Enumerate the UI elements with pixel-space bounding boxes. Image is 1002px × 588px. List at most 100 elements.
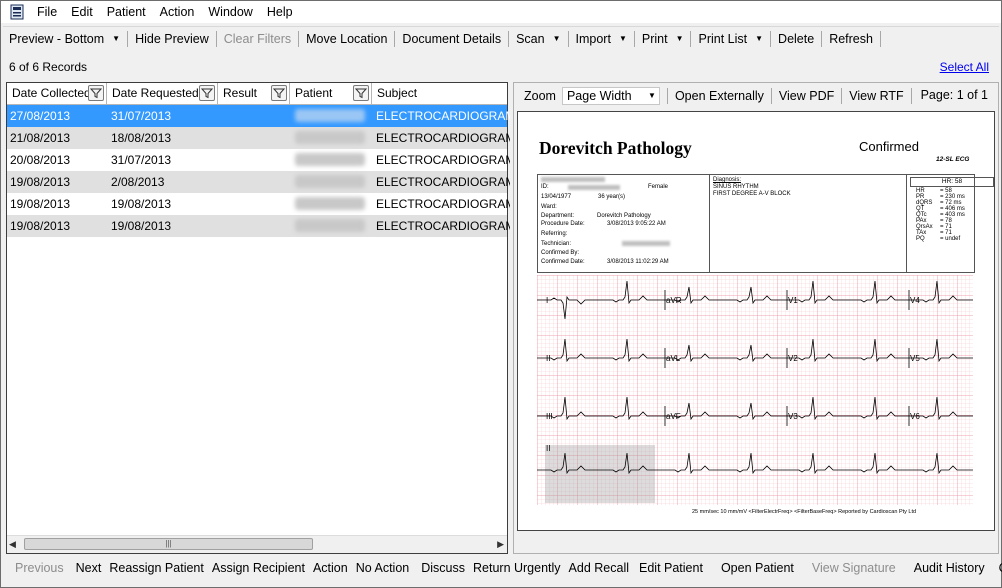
table-row[interactable]: 27/08/2013 31/07/2013 ELECTROCARDIOGRAM <box>7 105 510 127</box>
menu-file[interactable]: File <box>30 1 64 23</box>
document-details-button[interactable]: Document Details <box>396 28 507 50</box>
next-button[interactable]: Next <box>72 558 106 578</box>
cell-date-requested: 2/08/2013 <box>111 175 165 189</box>
audit-history-button[interactable]: Audit History <box>906 558 991 578</box>
cell-subject: ELECTROCARDIOGRAM <box>376 175 510 189</box>
redacted-text <box>568 185 620 190</box>
toolbar-separator <box>690 31 692 47</box>
table-row[interactable]: 21/08/2013 18/08/2013 ELECTROCARDIOGRAM <box>7 127 510 149</box>
cell-result <box>219 193 292 215</box>
confirmed-by-label: Confirmed By: <box>541 250 580 256</box>
measure-value: = undef <box>940 236 961 242</box>
close-button[interactable]: Close <box>991 558 1002 578</box>
report-status: Confirmed <box>859 139 919 154</box>
zoom-select[interactable]: Page Width ▼ <box>561 86 660 105</box>
open-patient-button[interactable]: Open Patient <box>713 558 804 578</box>
menu-patient[interactable]: Patient <box>100 1 153 23</box>
delete-button[interactable]: Delete <box>772 28 820 50</box>
action-button[interactable]: Action <box>309 558 352 578</box>
department-value: Dorevitch Pathology <box>597 213 651 219</box>
view-rtf-button[interactable]: View RTF <box>843 85 909 107</box>
scroll-right-icon[interactable]: ▶ <box>497 539 504 550</box>
lead-label: V6 <box>910 412 920 421</box>
import-dropdown[interactable]: Import ▼ <box>570 28 633 50</box>
toolbar-separator <box>821 31 823 47</box>
hr-header: HR: 58 <box>910 177 994 187</box>
menu-window[interactable]: Window <box>201 1 259 23</box>
filter-icon[interactable] <box>88 85 104 101</box>
move-location-button[interactable]: Move Location <box>300 28 393 50</box>
report-footer: 25 mm/sec 10 mm/mV <FilterElectrFreq> <F… <box>692 509 917 515</box>
preview-dropdown[interactable]: Preview - Bottom ▼ <box>3 28 126 50</box>
cell-result <box>219 127 292 149</box>
clear-filters-button[interactable]: Clear Filters <box>218 28 297 50</box>
scrollbar-thumb[interactable]: ||| <box>24 538 313 550</box>
lead-label: I <box>546 296 548 305</box>
toolbar-separator <box>910 87 912 104</box>
column-header-subject[interactable]: Subject <box>372 83 507 104</box>
hide-preview-button[interactable]: Hide Preview <box>129 28 215 50</box>
discuss-button[interactable]: Discuss <box>413 558 469 578</box>
menu-action[interactable]: Action <box>153 1 202 23</box>
lead-label: V5 <box>910 354 920 363</box>
select-all-link[interactable]: Select All <box>940 60 989 74</box>
filter-icon[interactable] <box>353 85 369 101</box>
toolbar-separator <box>508 31 510 47</box>
measure-label: PQ <box>916 236 925 242</box>
edit-patient-button[interactable]: Edit Patient <box>633 558 713 578</box>
cell-patient-redacted <box>291 105 374 127</box>
scan-dropdown[interactable]: Scan ▼ <box>510 28 566 50</box>
cell-subject: ELECTROCARDIOGRAM <box>376 153 510 167</box>
add-recall-button[interactable]: Add Recall <box>565 558 633 578</box>
lead-label: aVR <box>666 296 682 305</box>
confirmed-date-label: Confirmed Date: <box>541 259 585 265</box>
sex-value: Female <box>648 184 669 190</box>
column-header-date-requested[interactable]: Date Requested <box>107 83 218 104</box>
lead-label: V2 <box>788 354 798 363</box>
confirmed-date-value: 3/08/2013 11:02:29 AM <box>607 259 669 265</box>
menu-help[interactable]: Help <box>260 1 300 23</box>
preview-label: Preview - Bottom <box>9 32 105 46</box>
cell-subject: ELECTROCARDIOGRAM <box>376 109 510 123</box>
app-window: File Edit Patient Action Window Help Pre… <box>0 0 1002 588</box>
horizontal-scrollbar[interactable]: ◀ ||| ▶ <box>7 535 507 553</box>
column-header-result[interactable]: Result <box>218 83 290 104</box>
column-header-date-collected[interactable]: Date Collected <box>7 83 107 104</box>
refresh-button[interactable]: Refresh <box>823 28 879 50</box>
cell-patient-redacted <box>291 171 374 193</box>
previous-button[interactable]: Previous <box>3 558 72 578</box>
column-header-patient[interactable]: Patient <box>290 83 372 104</box>
filter-icon[interactable] <box>199 85 215 101</box>
toolbar-separator <box>770 31 772 47</box>
column-header-label: Date Collected <box>12 86 91 100</box>
cell-date-collected: 27/08/2013 <box>10 109 71 123</box>
table-row[interactable]: 19/08/2013 19/08/2013 ELECTROCARDIOGRAM <box>7 215 510 237</box>
cell-date-requested: 18/08/2013 <box>111 131 172 145</box>
reassign-patient-button[interactable]: Reassign Patient <box>105 558 208 578</box>
procedure-date-value: 3/08/2013 9:05:22 AM <box>607 221 666 227</box>
table-row[interactable]: 20/08/2013 31/07/2013 ELECTROCARDIOGRAM <box>7 149 510 171</box>
grid-header: Date Collected Date Requested Result Pat… <box>7 83 507 105</box>
view-pdf-button[interactable]: View PDF <box>773 85 840 107</box>
page-indicator: Page: 1 of 1 <box>920 88 988 102</box>
cell-patient-redacted <box>291 149 374 171</box>
view-signature-button[interactable]: View Signature <box>804 558 906 578</box>
return-urgently-button[interactable]: Return Urgently <box>469 558 565 578</box>
scroll-left-icon[interactable]: ◀ <box>9 539 16 550</box>
assign-recipient-button[interactable]: Assign Recipient <box>208 558 309 578</box>
open-externally-button[interactable]: Open Externally <box>669 85 770 107</box>
referring-label: Referring: <box>541 231 568 237</box>
document-viewer[interactable]: Dorevitch Pathology Confirmed 12-SL ECG … <box>517 111 995 531</box>
chevron-down-icon: ▼ <box>552 34 561 43</box>
table-row[interactable]: 19/08/2013 2/08/2013 ELECTROCARDIOGRAM <box>7 171 510 193</box>
table-row[interactable]: 19/08/2013 19/08/2013 ELECTROCARDIOGRAM <box>7 193 510 215</box>
menu-edit[interactable]: Edit <box>64 1 100 23</box>
cell-date-collected: 20/08/2013 <box>10 153 71 167</box>
print-dropdown[interactable]: Print ▼ <box>636 28 690 50</box>
cell-date-collected: 19/08/2013 <box>10 219 71 233</box>
toolbar-separator <box>633 31 635 47</box>
filter-icon[interactable] <box>271 85 287 101</box>
no-action-button[interactable]: No Action <box>352 558 414 578</box>
zoom-value: Page Width <box>566 88 632 103</box>
print-list-dropdown[interactable]: Print List ▼ <box>692 28 769 50</box>
